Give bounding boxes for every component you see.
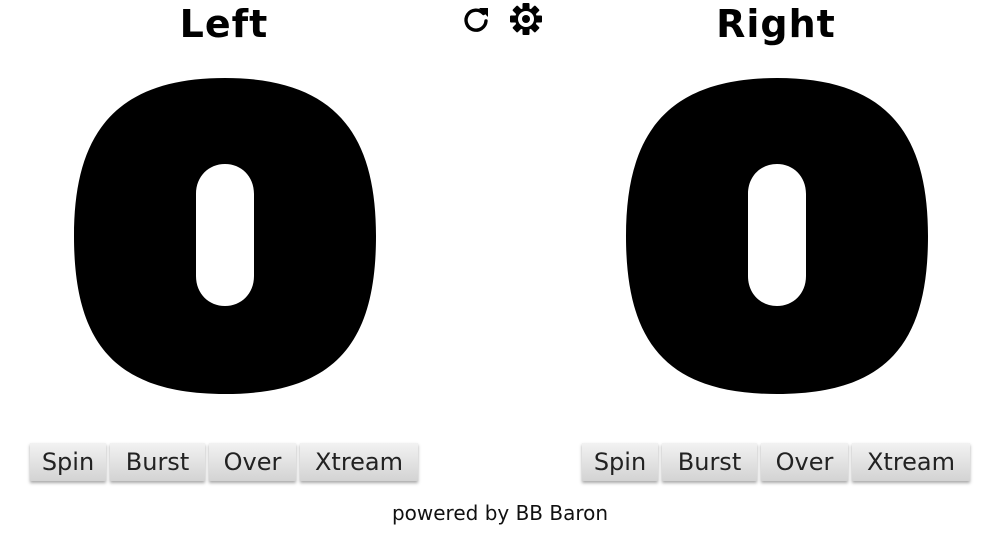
left-finish-buttons: Spin Burst Over Xtream [30,443,418,481]
left-score-digit [74,78,376,394]
toolbar [458,2,544,36]
refresh-icon[interactable] [458,2,494,36]
right-finish-buttons: Spin Burst Over Xtream [582,443,970,481]
left-spin-button[interactable]: Spin [30,443,106,481]
right-player-title: Right [716,2,836,46]
right-score[interactable]: 0 [624,76,930,396]
right-score-digit [626,78,928,394]
left-burst-button[interactable]: Burst [110,443,205,481]
left-over-button[interactable]: Over [209,443,296,481]
footer-credit: powered by BB Baron [391,501,609,525]
left-score[interactable]: 0 [72,76,378,396]
right-spin-button[interactable]: Spin [582,443,658,481]
left-player-title: Left [179,2,269,46]
left-xtream-button[interactable]: Xtream [300,443,418,481]
scoreboard: Left Right Spin Burst Over Xtream Spin B… [0,0,1000,542]
right-xtream-button[interactable]: Xtream [852,443,970,481]
right-over-button[interactable]: Over [761,443,848,481]
right-burst-button[interactable]: Burst [662,443,757,481]
gear-icon[interactable] [508,2,544,36]
